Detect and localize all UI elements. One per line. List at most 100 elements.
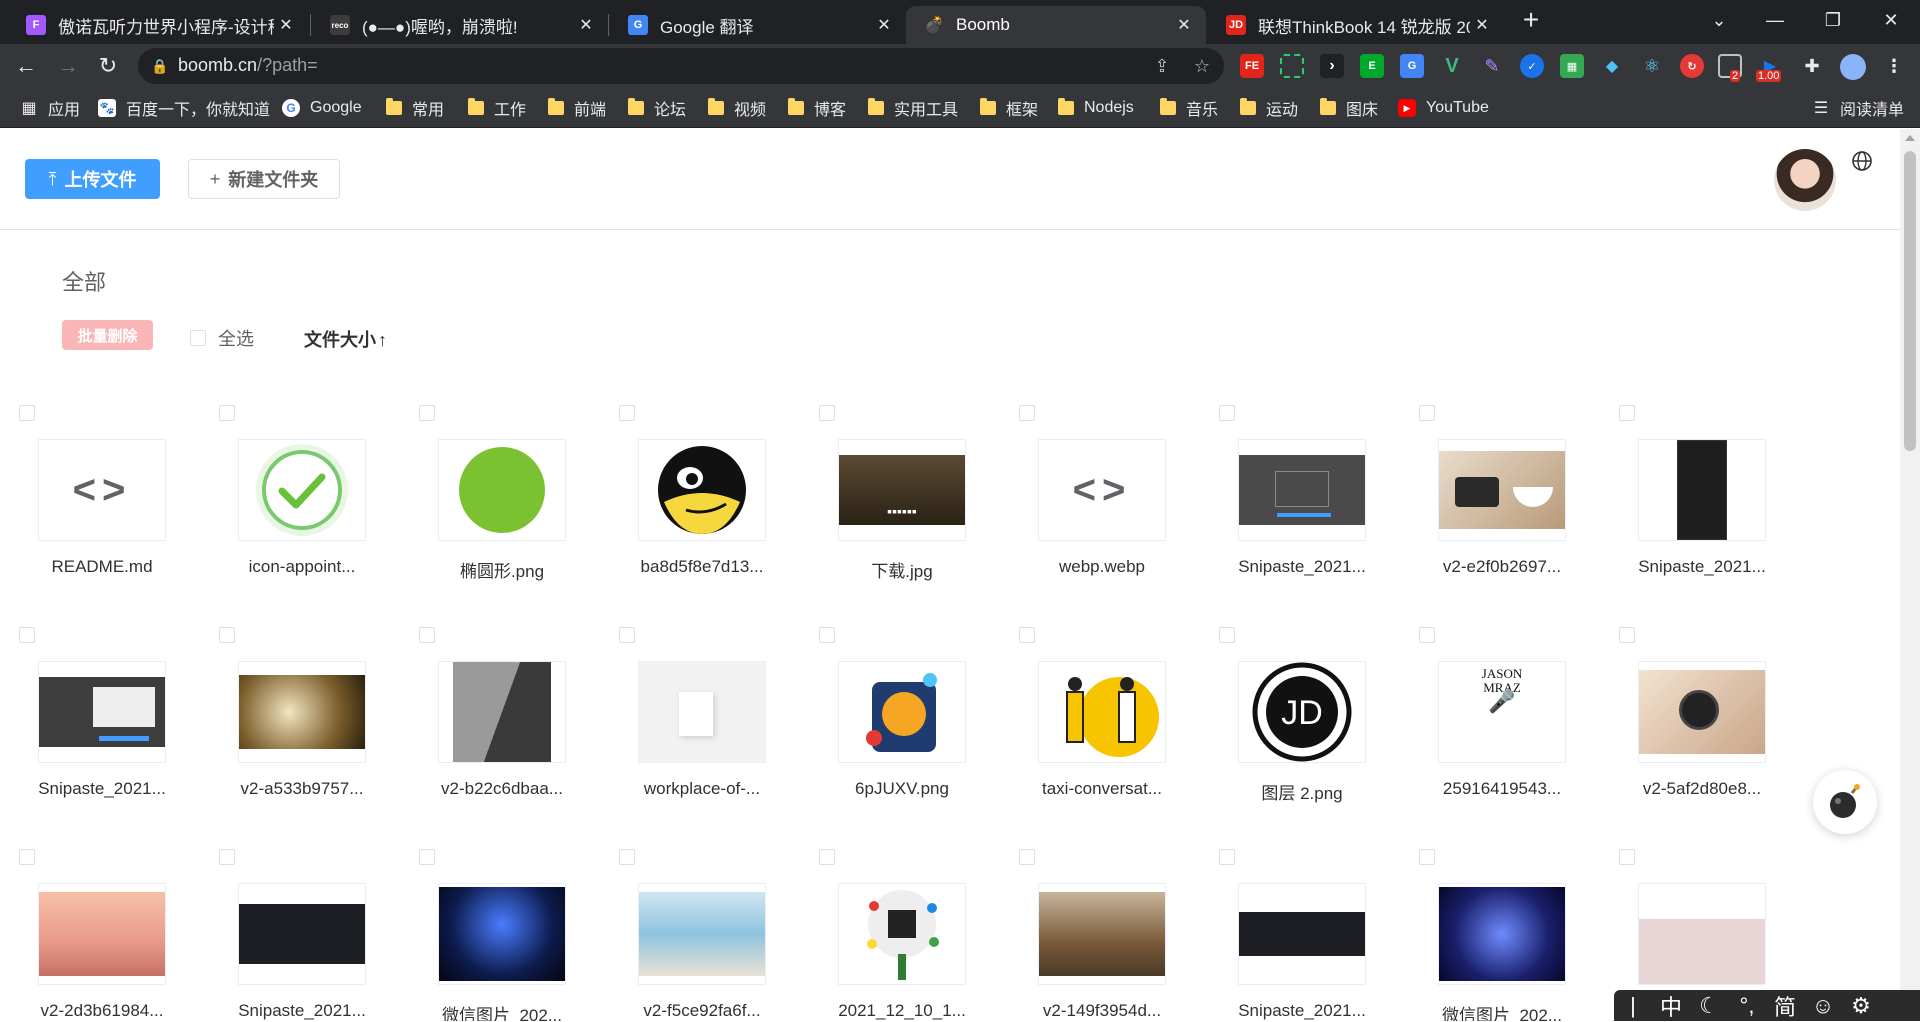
file-name[interactable]: ba8d5f8e7d13... bbox=[619, 557, 785, 577]
ext-check-icon[interactable]: ✓ bbox=[1520, 54, 1544, 78]
file-checkbox[interactable] bbox=[219, 405, 235, 421]
bookmark-folder[interactable]: 常用 bbox=[386, 96, 444, 120]
file-checkbox[interactable] bbox=[419, 849, 435, 865]
ext-evernote-icon[interactable]: E bbox=[1360, 54, 1384, 78]
address-url[interactable]: boomb.cn/?path= bbox=[178, 55, 318, 76]
file-name[interactable]: 25916419543... bbox=[1419, 779, 1585, 799]
file-thumbnail[interactable] bbox=[38, 883, 166, 985]
file-item[interactable]: icon-appoint... bbox=[219, 405, 419, 595]
file-name[interactable]: v2-b22c6dbaa... bbox=[419, 779, 585, 799]
file-item[interactable]: Snipaste_2021... bbox=[1619, 405, 1819, 595]
bookmark-star-icon[interactable]: ☆ bbox=[1190, 54, 1214, 78]
tab-close-icon[interactable]: ✕ bbox=[574, 13, 598, 37]
file-item[interactable]: v2-e2f0b2697... bbox=[1419, 405, 1619, 595]
browser-tab-3-active[interactable]: 💣 Boomb ✕ bbox=[906, 6, 1206, 44]
browser-tab-1[interactable]: reco (●—●)喔哟，崩溃啦! ✕ bbox=[312, 6, 608, 44]
file-checkbox[interactable] bbox=[1419, 405, 1435, 421]
back-arrow-icon[interactable]: ← bbox=[10, 50, 42, 82]
file-checkbox[interactable] bbox=[419, 405, 435, 421]
file-thumbnail[interactable] bbox=[1638, 883, 1766, 985]
punctuation-icon[interactable]: °, bbox=[1728, 993, 1766, 1019]
share-icon[interactable]: ⇪ bbox=[1150, 54, 1174, 78]
file-item[interactable]: v2-a533b9757... bbox=[219, 627, 419, 817]
file-name[interactable]: workplace-of-... bbox=[619, 779, 785, 799]
file-thumbnail[interactable] bbox=[1638, 661, 1766, 763]
file-checkbox[interactable] bbox=[1219, 849, 1235, 865]
ext-translate-icon[interactable]: G bbox=[1400, 54, 1424, 78]
bookmark-folder[interactable]: Nodejs bbox=[1058, 96, 1134, 120]
file-checkbox[interactable] bbox=[1619, 627, 1635, 643]
file-checkbox[interactable] bbox=[1219, 627, 1235, 643]
ext-vue-icon[interactable]: V bbox=[1440, 54, 1464, 78]
file-checkbox[interactable] bbox=[619, 849, 635, 865]
file-item[interactable]: ba8d5f8e7d13... bbox=[619, 405, 819, 595]
file-thumbnail[interactable] bbox=[1238, 883, 1366, 985]
file-item[interactable]: <> README.md bbox=[19, 405, 219, 595]
file-checkbox[interactable] bbox=[19, 849, 35, 865]
reload-icon[interactable]: ↻ bbox=[92, 50, 124, 82]
file-thumbnail[interactable] bbox=[438, 439, 566, 541]
bookmark-folder[interactable]: 前端 bbox=[548, 96, 606, 120]
file-item[interactable]: JD 图层 2.png bbox=[1219, 627, 1419, 817]
ime-toolbar[interactable]: | 中 ☾ °, 简 ☺ ⚙ bbox=[1614, 990, 1920, 1021]
bookmark-baidu[interactable]: 🐾 百度一下，你就知道 bbox=[98, 96, 270, 120]
close-window-button[interactable]: ✕ bbox=[1864, 0, 1918, 40]
file-checkbox[interactable] bbox=[1419, 849, 1435, 865]
breadcrumb-all[interactable]: 全部 bbox=[62, 265, 106, 297]
ime-settings-icon[interactable]: ⚙ bbox=[1842, 993, 1880, 1019]
file-checkbox[interactable] bbox=[1619, 849, 1635, 865]
file-name[interactable]: 6pJUXV.png bbox=[819, 779, 985, 799]
file-name[interactable]: 椭圆形.png bbox=[419, 557, 585, 582]
tab-close-icon[interactable]: ✕ bbox=[1172, 13, 1196, 37]
file-thumbnail[interactable] bbox=[238, 883, 366, 985]
file-checkbox[interactable] bbox=[19, 627, 35, 643]
select-all-checkbox[interactable]: 全选 bbox=[190, 325, 254, 351]
bookmark-folder[interactable]: 框架 bbox=[980, 96, 1038, 120]
ext-terminal-icon[interactable]: › bbox=[1320, 54, 1344, 78]
file-item[interactable]: v2-2d3b61984... bbox=[19, 849, 219, 1021]
lock-icon[interactable]: 🔒 bbox=[150, 56, 170, 76]
file-item[interactable]: taxi-conversat... bbox=[1019, 627, 1219, 817]
file-name[interactable]: v2-f5ce92fa6f... bbox=[619, 1001, 785, 1021]
bookmark-folder[interactable]: 图床 bbox=[1320, 96, 1378, 120]
file-name[interactable]: v2-2d3b61984... bbox=[19, 1001, 185, 1021]
file-thumbnail[interactable] bbox=[1638, 439, 1766, 541]
ext-react-icon[interactable]: ⚛ bbox=[1640, 54, 1664, 78]
file-checkbox[interactable] bbox=[1019, 627, 1035, 643]
bookmark-folder[interactable]: 音乐 bbox=[1160, 96, 1218, 120]
file-item[interactable]: v2-149f3954d... bbox=[1019, 849, 1219, 1021]
file-name[interactable]: webp.webp bbox=[1019, 557, 1185, 577]
tab-close-icon[interactable]: ✕ bbox=[1470, 13, 1494, 37]
file-thumbnail[interactable] bbox=[1438, 883, 1566, 985]
file-checkbox[interactable] bbox=[1019, 849, 1035, 865]
file-checkbox[interactable] bbox=[1619, 405, 1635, 421]
new-tab-button[interactable]: + bbox=[1504, 0, 1558, 40]
file-name[interactable]: 微信图片_202... bbox=[419, 1001, 585, 1021]
bookmark-youtube[interactable]: ▶ YouTube bbox=[1398, 96, 1489, 120]
file-checkbox[interactable] bbox=[219, 849, 235, 865]
restore-button[interactable]: ❐ bbox=[1806, 0, 1860, 40]
browser-menu-icon[interactable]: ⋮ bbox=[1882, 54, 1906, 78]
scroll-up-icon[interactable] bbox=[1905, 135, 1915, 141]
file-name[interactable]: Snipaste_2021... bbox=[1619, 557, 1785, 577]
file-item[interactable]: <> webp.webp bbox=[1019, 405, 1219, 595]
file-item[interactable]: v2-5af2d80e8... bbox=[1619, 627, 1819, 817]
file-checkbox[interactable] bbox=[19, 405, 35, 421]
ext-diamond-icon[interactable]: ◆ bbox=[1600, 54, 1624, 78]
bomb-logo-floating-button[interactable] bbox=[1813, 770, 1877, 834]
file-thumbnail[interactable] bbox=[638, 661, 766, 763]
page-scrollbar[interactable] bbox=[1900, 129, 1920, 1021]
tab-close-icon[interactable]: ✕ bbox=[274, 13, 298, 37]
file-thumbnail[interactable] bbox=[438, 661, 566, 763]
batch-delete-button[interactable]: 批量删除 bbox=[62, 320, 153, 350]
file-checkbox[interactable] bbox=[1419, 627, 1435, 643]
address-bar[interactable]: 🔒 boomb.cn/?path= ⇪ ☆ bbox=[138, 48, 1224, 84]
file-thumbnail[interactable] bbox=[1438, 439, 1566, 541]
ext-fe-icon[interactable]: FE bbox=[1240, 54, 1264, 78]
browser-tab-0[interactable]: F 傲诺瓦听力世界小程序-设计稿 – ✕ bbox=[8, 6, 308, 44]
bookmark-google[interactable]: G Google bbox=[282, 96, 362, 120]
checkbox[interactable] bbox=[190, 330, 206, 346]
file-name[interactable]: README.md bbox=[19, 557, 185, 577]
file-name[interactable]: v2-5af2d80e8... bbox=[1619, 779, 1785, 799]
file-item[interactable]: v2-b22c6dbaa... bbox=[419, 627, 619, 817]
